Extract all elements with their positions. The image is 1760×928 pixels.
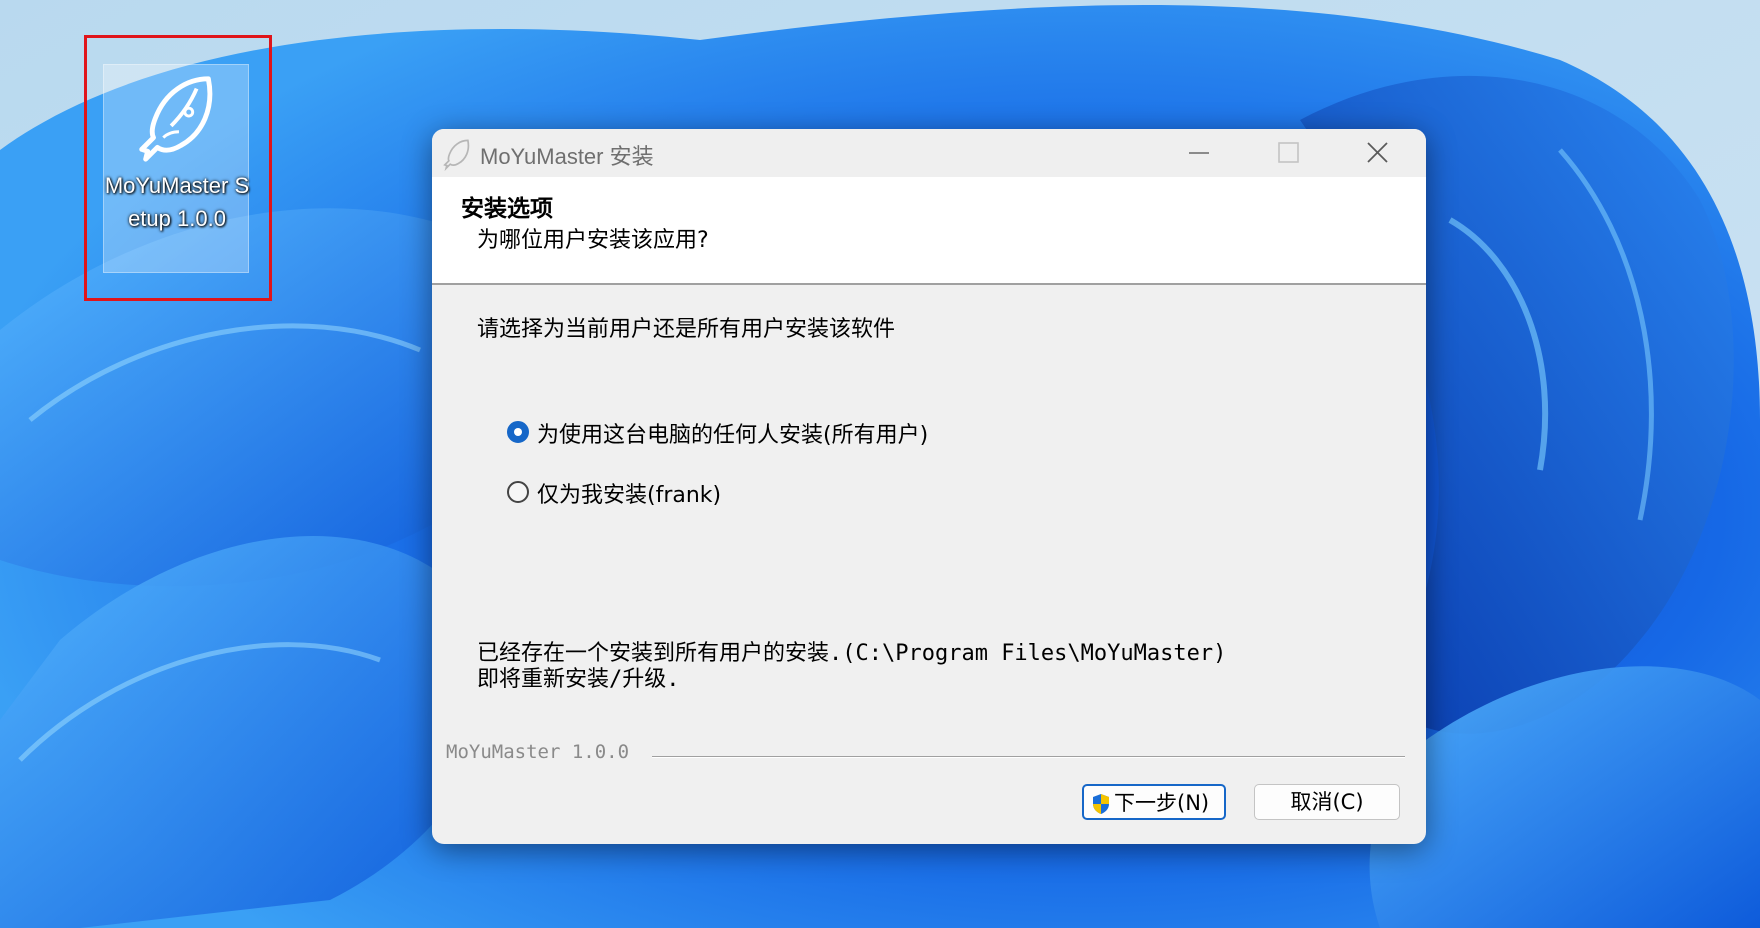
page-header: 安装选项 为哪位用户安装该应用? <box>432 177 1426 285</box>
existing-install-notice: 已经存在一个安装到所有用户的安装.(C:\Program Files\MoYuM… <box>477 641 1226 693</box>
uac-shield-icon <box>1093 794 1109 814</box>
page-title: 安装选项 <box>461 196 553 222</box>
window-title: MoYuMaster 安装 <box>480 144 654 169</box>
minimize-button[interactable] <box>1153 129 1243 177</box>
branding-text: MoYuMaster 1.0.0 <box>446 741 630 763</box>
next-button-label: 下一步(N) <box>1114 791 1210 815</box>
divider <box>652 756 1405 758</box>
close-button[interactable] <box>1333 129 1423 177</box>
installer-dialog: MoYuMaster 安装 安装选项 为哪位用户安装该应用? 请选择为当前用户还… <box>432 129 1426 844</box>
cancel-button[interactable]: 取消(C) <box>1254 784 1400 820</box>
close-icon <box>1367 142 1388 163</box>
fish-icon <box>443 139 470 171</box>
notice-line-2: 即将重新安装/升级. <box>477 667 680 692</box>
page-subtitle: 为哪位用户安装该应用? <box>477 228 709 253</box>
notice-line-1: 已经存在一个安装到所有用户的安装.(C:\Program Files\MoYuM… <box>477 641 1227 666</box>
highlight-box <box>84 35 272 301</box>
maximize-button[interactable] <box>1242 129 1332 177</box>
option-all-users-label[interactable]: 为使用这台电脑的任何人安装(所有用户) <box>537 417 928 449</box>
next-button[interactable]: 下一步(N) <box>1082 784 1226 820</box>
minimize-icon <box>1189 152 1209 154</box>
radio-all-users[interactable] <box>507 421 529 443</box>
instruction-text: 请选择为当前用户还是所有用户安装该软件 <box>477 317 896 342</box>
option-current-user-label[interactable]: 仅为我安装(frank) <box>537 477 721 509</box>
radio-current-user[interactable] <box>507 481 529 503</box>
maximize-icon <box>1278 142 1299 163</box>
title-bar[interactable]: MoYuMaster 安装 <box>432 129 1426 177</box>
